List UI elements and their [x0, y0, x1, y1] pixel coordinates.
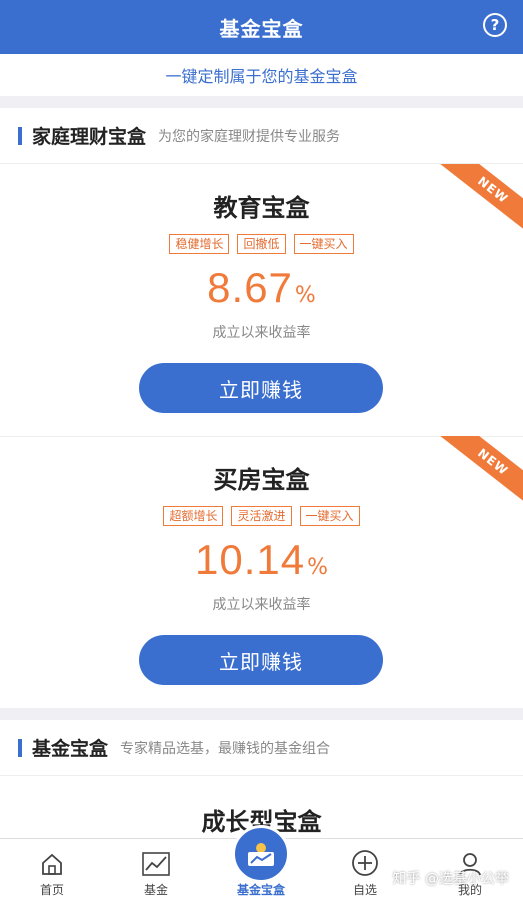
tab-label: 基金	[143, 883, 168, 897]
rate-label: 成立以来收益率	[212, 325, 311, 341]
rate-value: 8.67	[207, 264, 293, 311]
section-subtitle: 为您的家庭理财提供专业服务	[158, 128, 341, 145]
tag: 灵活激进	[231, 506, 292, 526]
tagline-text: 一键定制属于您的基金宝盒	[165, 67, 358, 86]
tag: 一键买入	[299, 506, 360, 526]
product-card-education[interactable]: NEW 教育宝盒 稳健增长 回撤低 一键买入 8.67% 成立以来收益率 立即赚…	[0, 164, 523, 437]
tab-label: 基金宝盒	[236, 883, 285, 897]
return-rate: 10.14%	[0, 536, 523, 584]
section-title: 家庭理财宝盒	[32, 126, 147, 148]
tab-home[interactable]: 首页	[12, 839, 92, 903]
product-card-house[interactable]: NEW 买房宝盒 超额增长 灵活激进 一键买入 10.14% 成立以来收益率 立…	[0, 436, 523, 708]
help-icon[interactable]: ?	[483, 13, 507, 37]
tag-list: 超额增长 灵活激进 一键买入	[0, 506, 523, 526]
tag: 超额增长	[163, 506, 224, 526]
section-title: 基金宝盒	[32, 738, 109, 760]
earn-now-button[interactable]: 立即赚钱	[139, 363, 383, 413]
plus-circle-icon	[352, 850, 378, 876]
rate-value: 10.14	[194, 536, 306, 583]
earn-now-button[interactable]: 立即赚钱	[139, 635, 383, 685]
tag-list: 稳健增长 回撤低 一键买入	[0, 234, 523, 254]
tab-label: 自选	[352, 883, 377, 897]
chart-icon	[142, 852, 170, 876]
section-accent-bar	[18, 738, 22, 757]
card-title: 买房宝盒	[213, 466, 310, 494]
return-rate: 8.67%	[0, 264, 523, 312]
card-title: 教育宝盒	[213, 194, 310, 222]
tag: 稳健增长	[169, 234, 230, 254]
tagline-banner: 一键定制属于您的基金宝盒	[0, 54, 523, 96]
section-subtitle: 专家精品选基，最赚钱的基金组合	[120, 740, 331, 757]
rate-label: 成立以来收益率	[212, 597, 311, 613]
section-header: 家庭理财宝盒 为您的家庭理财提供专业服务	[0, 108, 523, 164]
section-family-finance: 家庭理财宝盒 为您的家庭理财提供专业服务 NEW 教育宝盒 稳健增长 回撤低 一…	[0, 108, 523, 708]
rate-unit: %	[307, 555, 328, 580]
section-header: 基金宝盒 专家精品选基，最赚钱的基金组合	[0, 720, 523, 776]
app-header: 基金宝盒 ?	[0, 0, 523, 54]
page-title: 基金宝盒	[219, 16, 304, 41]
tag: 一键买入	[293, 234, 354, 254]
section-accent-bar	[18, 126, 22, 145]
tab-fund-box[interactable]: 基金宝盒	[221, 839, 301, 903]
tab-label: 首页	[39, 883, 64, 897]
watermark: 知乎 @选基小公举	[392, 871, 509, 887]
tag: 回撤低	[237, 234, 286, 254]
home-icon	[42, 853, 62, 875]
tab-fund[interactable]: 基金	[116, 839, 196, 903]
rate-unit: %	[294, 283, 316, 308]
